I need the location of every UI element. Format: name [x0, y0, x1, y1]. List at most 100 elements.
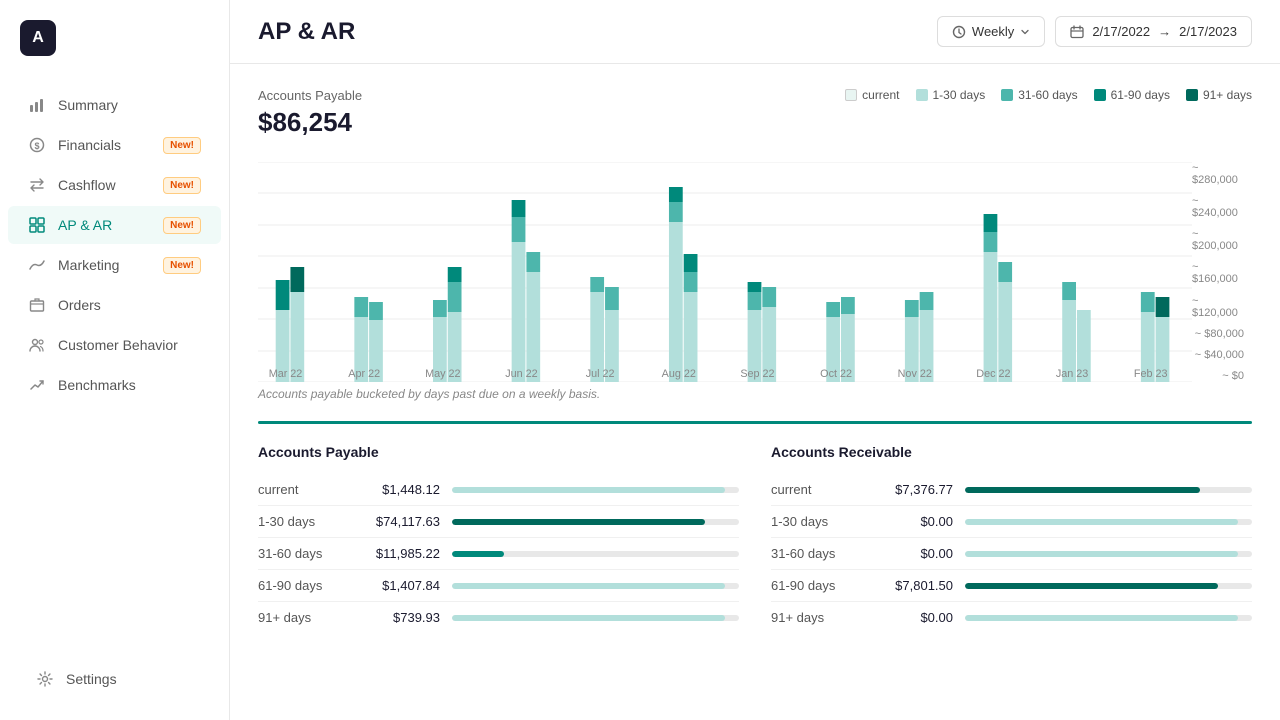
box-icon — [28, 296, 46, 314]
ar-bar-wrap-31-60 — [965, 551, 1252, 557]
y-label-160k: ~ $160,000 — [1192, 261, 1244, 285]
arrow-icon: → — [1158, 24, 1171, 39]
ar-row-label-current: current — [771, 482, 861, 497]
tables-section: Accounts Payable current $1,448.12 1-30 … — [258, 444, 1252, 633]
ap-row-value-current: $1,448.12 — [360, 482, 440, 497]
svg-text:Dec 22: Dec 22 — [976, 368, 1010, 380]
y-label-200k: ~ $200,000 — [1192, 228, 1244, 252]
sidebar-item-customer-behavior[interactable]: Customer Behavior — [8, 326, 221, 364]
legend-dot-91plus — [1186, 89, 1198, 101]
ap-row-value-91plus: $739.93 — [360, 610, 440, 625]
ap-row-91plus: 91+ days $739.93 — [258, 602, 739, 633]
ar-table-title: Accounts Receivable — [771, 444, 1252, 460]
users-icon — [28, 336, 46, 354]
ar-bar-wrap-91plus — [965, 615, 1252, 621]
time-filter-button[interactable]: Weekly — [937, 16, 1045, 47]
ap-bar-wrap-91plus — [452, 615, 739, 621]
main-content: AP & AR Weekly 2/17/2022 → — [230, 0, 1280, 720]
sidebar-item-orders[interactable]: Orders — [8, 286, 221, 324]
sidebar-label-cashflow: Cashflow — [58, 177, 116, 193]
svg-text:Jul 22: Jul 22 — [586, 368, 615, 380]
sidebar-item-ap-ar[interactable]: AP & AR New! — [8, 206, 221, 244]
ap-bar-61-90 — [452, 583, 725, 589]
sidebar-item-cashflow[interactable]: Cashflow New! — [8, 166, 221, 204]
page-title: AP & AR — [258, 18, 921, 46]
legend-dot-1-30 — [916, 89, 928, 101]
date-range-picker[interactable]: 2/17/2022 → 2/17/2023 — [1055, 16, 1252, 47]
ar-row-value-31-60: $0.00 — [873, 546, 953, 561]
sidebar: A Summary $ Financials New! — [0, 0, 230, 720]
teal-divider — [258, 421, 1252, 424]
bar-chart: Mar 22 Apr 22 May 22 Jun 22 Jul 22 Aug 2… — [258, 162, 1192, 382]
legend-dot-61-90 — [1094, 89, 1106, 101]
chart-wrap: Mar 22 Apr 22 May 22 Jun 22 Jul 22 Aug 2… — [258, 162, 1252, 387]
ap-row-label-1-30: 1-30 days — [258, 514, 348, 529]
legend-label-61-90: 61-90 days — [1111, 88, 1170, 102]
ap-label: Accounts Payable — [258, 88, 362, 103]
sidebar-item-marketing[interactable]: Marketing New! — [8, 246, 221, 284]
grid-icon — [28, 216, 46, 234]
ar-bar-31-60 — [965, 551, 1238, 557]
ap-bar-31-60 — [452, 551, 504, 557]
svg-text:Nov 22: Nov 22 — [898, 368, 932, 380]
content-area: Accounts Payable $86,254 current 1-30 da… — [230, 64, 1280, 720]
ap-row-1-30: 1-30 days $74,117.63 — [258, 506, 739, 538]
ap-row-label-61-90: 61-90 days — [258, 578, 348, 593]
ap-table: Accounts Payable current $1,448.12 1-30 … — [258, 444, 739, 633]
legend-label-1-30: 1-30 days — [933, 88, 986, 102]
sidebar-item-settings[interactable]: Settings — [16, 660, 213, 698]
signal-icon — [28, 256, 46, 274]
y-label-120k: ~ $120,000 — [1192, 295, 1244, 319]
calendar-icon — [1070, 25, 1084, 39]
ar-row-31-60: 31-60 days $0.00 — [771, 538, 1252, 570]
ap-row-value-1-30: $74,117.63 — [360, 514, 440, 529]
ar-row-value-91plus: $0.00 — [873, 610, 953, 625]
sidebar-label-settings: Settings — [66, 671, 117, 687]
ap-row-31-60: 31-60 days $11,985.22 — [258, 538, 739, 570]
svg-text:Apr 22: Apr 22 — [348, 368, 380, 380]
ar-row-current: current $7,376.77 — [771, 474, 1252, 506]
y-label-80k: ~ $80,000 — [1195, 328, 1244, 340]
chevron-down-icon — [1020, 27, 1030, 37]
ar-row-61-90: 61-90 days $7,801.50 — [771, 570, 1252, 602]
y-label-0: ~ $0 — [1222, 370, 1244, 382]
sidebar-label-orders: Orders — [58, 297, 101, 313]
badge-marketing: New! — [163, 257, 201, 274]
time-filter-label: Weekly — [972, 24, 1014, 39]
legend-31-60: 31-60 days — [1001, 88, 1077, 102]
ap-table-title: Accounts Payable — [258, 444, 739, 460]
ar-row-value-current: $7,376.77 — [873, 482, 953, 497]
ap-row-label-current: current — [258, 482, 348, 497]
ap-bar-1-30 — [452, 519, 705, 525]
gear-icon — [36, 670, 54, 688]
sidebar-item-summary[interactable]: Summary — [8, 86, 221, 124]
svg-text:Feb 23: Feb 23 — [1134, 368, 1168, 380]
ap-row-label-91plus: 91+ days — [258, 610, 348, 625]
badge-financials: New! — [163, 137, 201, 154]
chart-note: Accounts payable bucketed by days past d… — [258, 387, 1252, 401]
legend-61-90: 61-90 days — [1094, 88, 1170, 102]
header: AP & AR Weekly 2/17/2022 → — [230, 0, 1280, 64]
sidebar-nav: Summary $ Financials New! Cashflow New! — [0, 76, 229, 642]
ap-bar-91plus — [452, 615, 725, 621]
y-axis: ~ $280,000 ~ $240,000 ~ $200,000 ~ $160,… — [1192, 162, 1252, 382]
ar-bar-91plus — [965, 615, 1238, 621]
svg-text:Jun 22: Jun 22 — [505, 368, 537, 380]
legend-dot-current — [845, 89, 857, 101]
header-controls: Weekly 2/17/2022 → 2/17/2023 — [937, 16, 1252, 47]
legend-label-91plus: 91+ days — [1203, 88, 1252, 102]
ap-row-current: current $1,448.12 — [258, 474, 739, 506]
ar-bar-wrap-1-30 — [965, 519, 1252, 525]
ar-row-label-91plus: 91+ days — [771, 610, 861, 625]
ap-bar-wrap-61-90 — [452, 583, 739, 589]
ap-bar-wrap-1-30 — [452, 519, 739, 525]
sidebar-label-summary: Summary — [58, 97, 118, 113]
ap-bar-current — [452, 487, 725, 493]
sidebar-item-benchmarks[interactable]: Benchmarks — [8, 366, 221, 404]
y-label-240k: ~ $240,000 — [1192, 195, 1244, 219]
legend-label-current: current — [862, 88, 899, 102]
ar-table: Accounts Receivable current $7,376.77 1-… — [771, 444, 1252, 633]
arrows-icon — [28, 176, 46, 194]
svg-text:Oct 22: Oct 22 — [820, 368, 852, 380]
sidebar-item-financials[interactable]: $ Financials New! — [8, 126, 221, 164]
